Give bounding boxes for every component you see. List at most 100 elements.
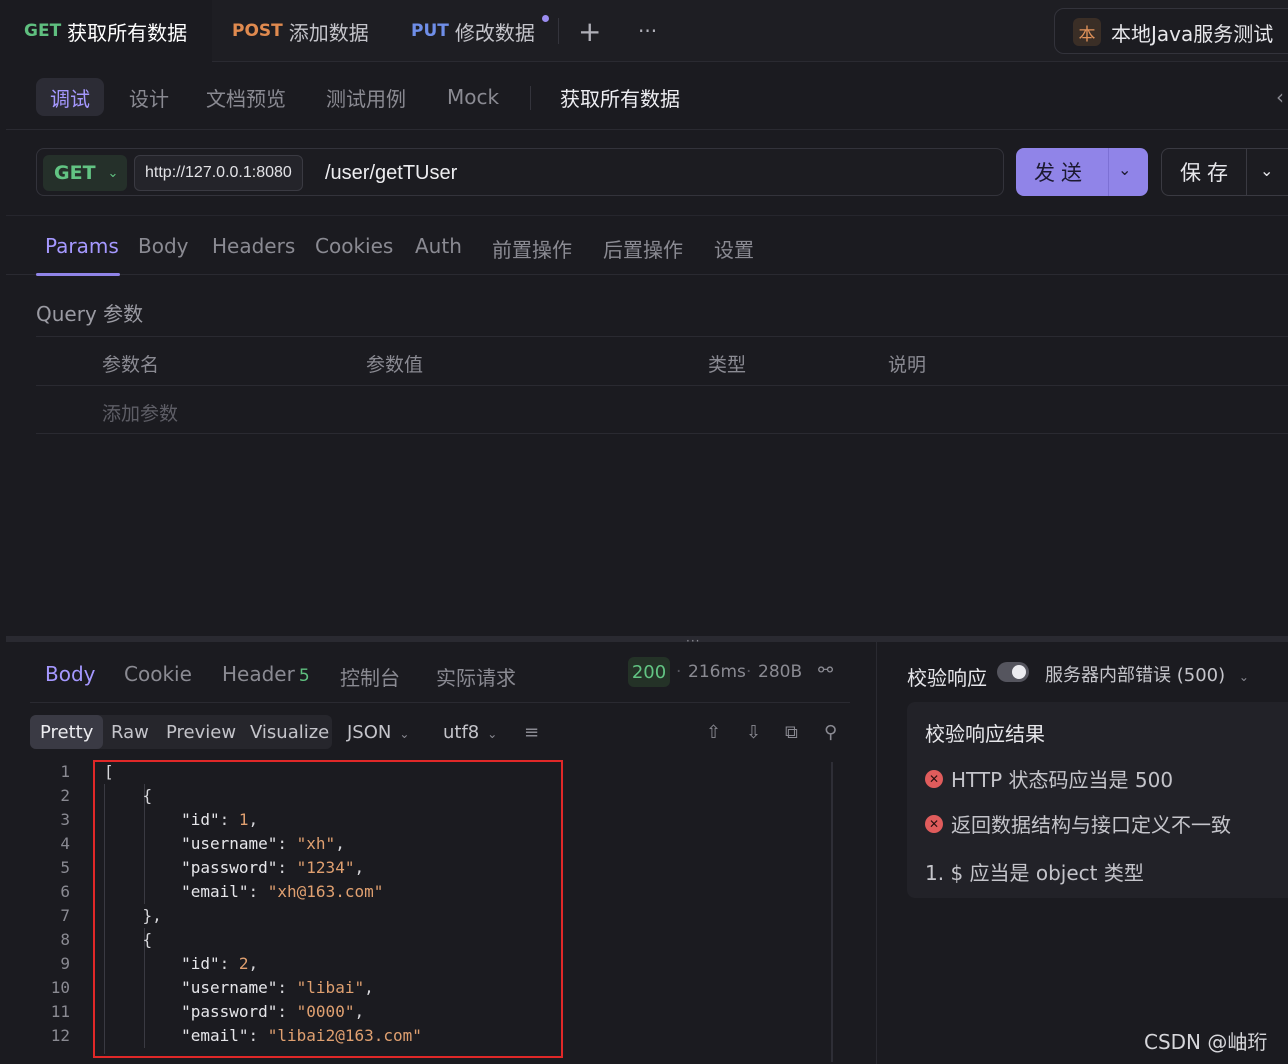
method-select[interactable]: GET ⌄ (43, 155, 127, 191)
share-icon[interactable]: ⚯ (818, 660, 833, 681)
save-button[interactable]: 保存 ⌄ (1161, 148, 1288, 196)
meta-separator: · (676, 662, 682, 682)
column-header: 说明 (888, 354, 927, 376)
save-label: 保存 (1180, 161, 1234, 185)
download-icon[interactable]: ⇩ (746, 722, 761, 743)
validation-detail: 1. $ 应当是 object 类型 (925, 861, 1144, 885)
expected-status-value: 服务器内部错误 (500) (1045, 665, 1226, 686)
chevron-down-icon: ⌄ (107, 165, 119, 181)
tab-cookies[interactable]: Cookies (315, 234, 393, 258)
environment-badge: 本 (1073, 18, 1101, 46)
format-select[interactable]: JSON ⌄ (347, 722, 409, 743)
api-name[interactable]: 获取所有数据 (560, 78, 680, 116)
line-number: 5 (60, 858, 70, 877)
environment-selector[interactable]: 本 本地Java服务测试 (1054, 8, 1288, 54)
tab-label: Header (222, 662, 295, 686)
copy-icon[interactable]: ⧉ (785, 722, 798, 743)
request-tab-bar: GET 获取所有数据 POST 添加数据 PUT 修改数据 + ··· 本 本地… (0, 0, 1288, 62)
encoding-value: utf8 (443, 722, 480, 743)
line-number: 9 (60, 954, 70, 973)
view-raw-button[interactable]: Raw (111, 715, 149, 749)
tab-label: 修改数据 (454, 20, 535, 45)
watermark: CSDN @岫珩 (1144, 1030, 1268, 1054)
url-bar: GET ⌄ http://127.0.0.1:8080 /user/getTUs… (36, 148, 1004, 196)
tab-pre-processors[interactable]: 前置操作 (492, 234, 572, 263)
send-button[interactable]: 发送 ⌄ (1016, 148, 1148, 196)
line-number: 7 (60, 906, 70, 925)
tab-label: 添加数据 (288, 20, 369, 45)
validation-result-title: 校验响应结果 (925, 722, 1045, 746)
validation-title: 校验响应 (907, 666, 987, 690)
environment-name: 本地Java服务测试 (1111, 22, 1274, 46)
response-size: 280B (758, 662, 803, 682)
tab-body[interactable]: Body (138, 234, 189, 258)
table-header-row: 参数名 参数值 类型 说明 (36, 336, 1288, 385)
mode-tabs: 调试 设计 文档预览 测试用例 Mock 获取所有数据 ‹ (6, 62, 1288, 130)
add-param-row[interactable]: 添加参数 (36, 385, 1288, 434)
wrap-lines-icon[interactable]: ≡ (524, 722, 539, 743)
divider (30, 702, 850, 703)
tab-get-all-data[interactable]: GET 获取所有数据 (0, 0, 212, 62)
upload-icon[interactable]: ⇧ (706, 722, 721, 743)
tab-post-processors[interactable]: 后置操作 (603, 234, 683, 263)
new-tab-button[interactable]: + (578, 0, 601, 62)
validation-error: ✕ 返回数据结构与接口定义不一致 (925, 809, 1231, 838)
toggle-knob (1012, 665, 1026, 679)
more-tabs-button[interactable]: ··· (638, 0, 657, 62)
response-time: 216ms (688, 662, 746, 682)
encoding-select[interactable]: utf8 ⌄ (443, 722, 497, 743)
view-mode-group: Pretty Raw Preview Visualize (30, 715, 332, 749)
error-icon: ✕ (925, 814, 943, 833)
tab-response-header[interactable]: Header 5 (222, 662, 310, 686)
line-number: 8 (60, 930, 70, 949)
tab-label: 获取所有数据 (67, 20, 188, 45)
line-number: 2 (60, 786, 70, 805)
tab-design[interactable]: 设计 (129, 78, 169, 116)
chevron-down-icon[interactable]: ⌄ (1118, 160, 1131, 179)
header-count-badge: 5 (298, 666, 310, 686)
tab-actual-request[interactable]: 实际请求 (436, 662, 516, 691)
tab-headers[interactable]: Headers (212, 234, 295, 258)
tab-debug[interactable]: 调试 (36, 78, 104, 116)
request-section-tabs: Params Body Headers Cookies Auth 前置操作 后置… (6, 215, 1288, 276)
method-label: GET (54, 162, 96, 184)
tab-response-cookie[interactable]: Cookie (124, 662, 192, 686)
line-number: 10 (50, 978, 70, 997)
view-pretty-button[interactable]: Pretty (30, 715, 104, 749)
tab-mock[interactable]: Mock (447, 78, 499, 116)
response-code-viewer[interactable]: 1[2 {3 "id": 1, 4 "username": "xh", 5 "pas… (6, 760, 846, 1064)
tab-auth[interactable]: Auth (415, 234, 462, 258)
chevron-down-icon: ⌄ (399, 727, 410, 741)
view-preview-button[interactable]: Preview (166, 715, 236, 749)
divider (36, 433, 1288, 434)
status-code-badge: 200 (628, 657, 670, 687)
column-header: 类型 (708, 354, 747, 376)
line-number: 1 (60, 762, 70, 781)
view-visualize-button[interactable]: Visualize (250, 715, 329, 749)
path-input[interactable]: /user/getTUser (325, 149, 457, 197)
highlight-box (93, 760, 563, 1058)
chevron-down-icon[interactable]: ⌄ (1260, 161, 1273, 180)
vertical-scrollbar[interactable] (831, 762, 833, 1062)
divider (530, 86, 531, 110)
query-params-table: 参数名 参数值 类型 说明 添加参数 (36, 336, 1288, 434)
tab-method: POST (232, 21, 283, 41)
base-url-prefix[interactable]: http://127.0.0.1:8080 (134, 155, 303, 191)
tab-settings[interactable]: 设置 (714, 234, 754, 263)
column-header: 参数名 (102, 354, 160, 376)
tab-params[interactable]: Params (45, 234, 119, 258)
collapse-chevron-icon[interactable]: ‹ (1276, 78, 1284, 116)
tab-modify-data[interactable]: PUT 修改数据 (411, 0, 535, 62)
tab-doc-preview[interactable]: 文档预览 (206, 78, 286, 116)
tab-method: PUT (411, 21, 449, 41)
search-icon[interactable]: ⚲ (824, 722, 837, 743)
validation-result-card: 校验响应结果 ✕ HTTP 状态码应当是 500 ✕ 返回数据结构与接口定义不一… (907, 702, 1288, 898)
validation-toggle[interactable] (997, 662, 1029, 682)
tab-response-body[interactable]: Body (45, 662, 96, 686)
add-param-placeholder[interactable]: 添加参数 (102, 399, 178, 426)
tab-console[interactable]: 控制台 (340, 662, 400, 691)
tab-test-cases[interactable]: 测试用例 (326, 78, 406, 116)
tab-add-data[interactable]: POST 添加数据 (232, 0, 369, 62)
response-panel: Body Cookie Header 5 控制台 实际请求 200 · 216ms… (6, 642, 876, 1064)
expected-status-select[interactable]: 服务器内部错误 (500) ⌄ (1045, 661, 1249, 687)
